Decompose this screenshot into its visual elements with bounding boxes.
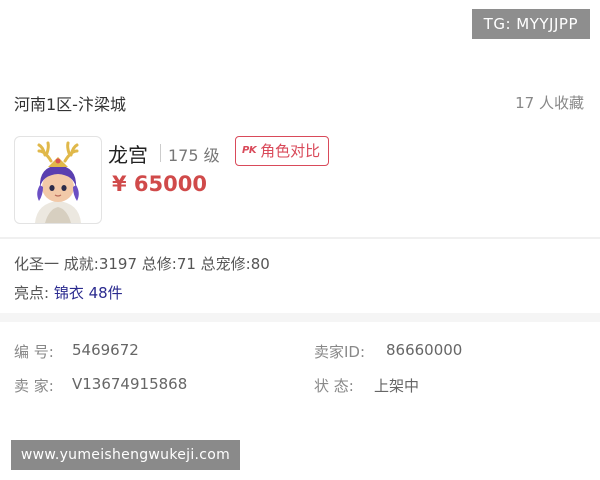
- listing-id-value: 5469672: [72, 341, 139, 359]
- status-label: 状 态:: [314, 377, 354, 395]
- stats-summary: 化圣一 成就:3197 总修:71 总宠修:80: [14, 255, 270, 273]
- compare-role-label: 角色对比: [260, 142, 321, 160]
- character-avatar[interactable]: [14, 136, 102, 224]
- status-value: 上架中: [374, 377, 420, 395]
- listing-id-label: 编 号:: [14, 343, 54, 361]
- seller-id-label: 卖家ID:: [314, 343, 366, 361]
- telegram-watermark: TG: MYYJJPP: [471, 9, 590, 39]
- level-separator: [160, 144, 161, 162]
- character-level: 175 级: [168, 146, 220, 165]
- character-card[interactable]: 龙宫 175 级 PK 角色对比 ¥ 65000: [0, 128, 600, 228]
- highlights-value[interactable]: 锦衣 48件: [54, 284, 123, 302]
- card-divider: [0, 237, 600, 239]
- highlights-label: 亮点:: [14, 284, 54, 302]
- compare-role-button[interactable]: PK 角色对比: [235, 136, 330, 166]
- server-name: 河南1区-汴梁城: [14, 95, 126, 114]
- section-divider: [0, 313, 600, 322]
- seller-id-value: 86660000: [386, 341, 463, 359]
- highlights-row: 亮点: 锦衣 48件: [14, 282, 123, 303]
- server-row: 河南1区-汴梁城 17 人收藏: [0, 84, 600, 116]
- dragon-palace-portrait-icon: [35, 141, 81, 223]
- website-watermark: www.yumeishengwukeji.com: [11, 440, 240, 470]
- favorites-count[interactable]: 17 人收藏: [515, 92, 584, 113]
- seller-label: 卖 家:: [14, 377, 54, 395]
- price: ¥ 65000: [112, 172, 207, 196]
- pk-icon: PK: [242, 145, 257, 156]
- seller-value: V13674915868: [72, 375, 188, 393]
- character-name: 龙宫: [108, 143, 148, 167]
